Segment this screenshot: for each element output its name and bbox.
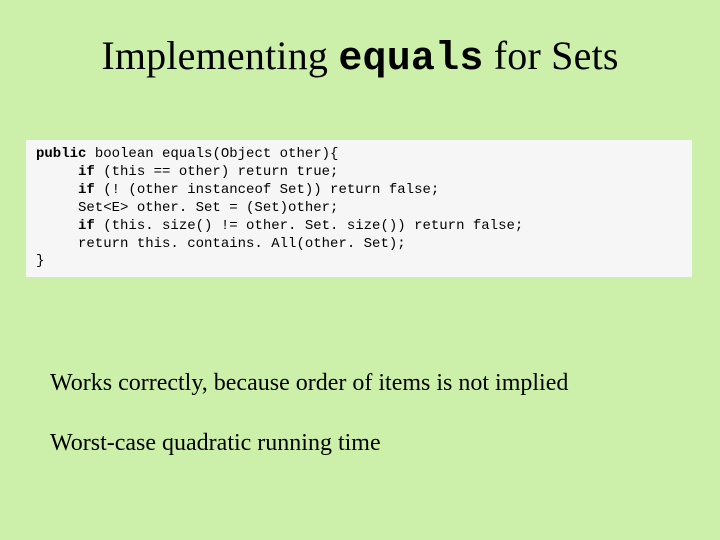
slide: Implementing equals for Sets public bool… xyxy=(0,0,720,540)
code-block: public boolean equals(Object other){ if … xyxy=(26,140,692,277)
code-l2b: (this == other) return true; xyxy=(95,164,339,180)
title-text-1: Implementing xyxy=(101,33,338,78)
code-kw-if-2: if xyxy=(36,182,95,198)
code-l1b: boolean equals(Object other){ xyxy=(86,146,338,162)
code-l6: return this. contains. All(other. Set); xyxy=(36,236,406,252)
code-l4: Set<E> other. Set = (Set)other; xyxy=(36,200,338,216)
code-l3b: (! (other instanceof Set)) return false; xyxy=(95,182,439,198)
code-kw-public: public xyxy=(36,146,86,162)
code-l7: } xyxy=(36,253,44,269)
body-text-2: Worst-case quadratic running time xyxy=(50,430,381,457)
code-l5b: (this. size() != other. Set. size()) ret… xyxy=(95,218,523,234)
body-text-1: Works correctly, because order of items … xyxy=(50,370,568,397)
title-text-2: for Sets xyxy=(484,33,619,78)
slide-title: Implementing equals for Sets xyxy=(0,32,720,82)
title-code: equals xyxy=(338,37,483,82)
code-kw-if-3: if xyxy=(36,218,95,234)
code-kw-if-1: if xyxy=(36,164,95,180)
